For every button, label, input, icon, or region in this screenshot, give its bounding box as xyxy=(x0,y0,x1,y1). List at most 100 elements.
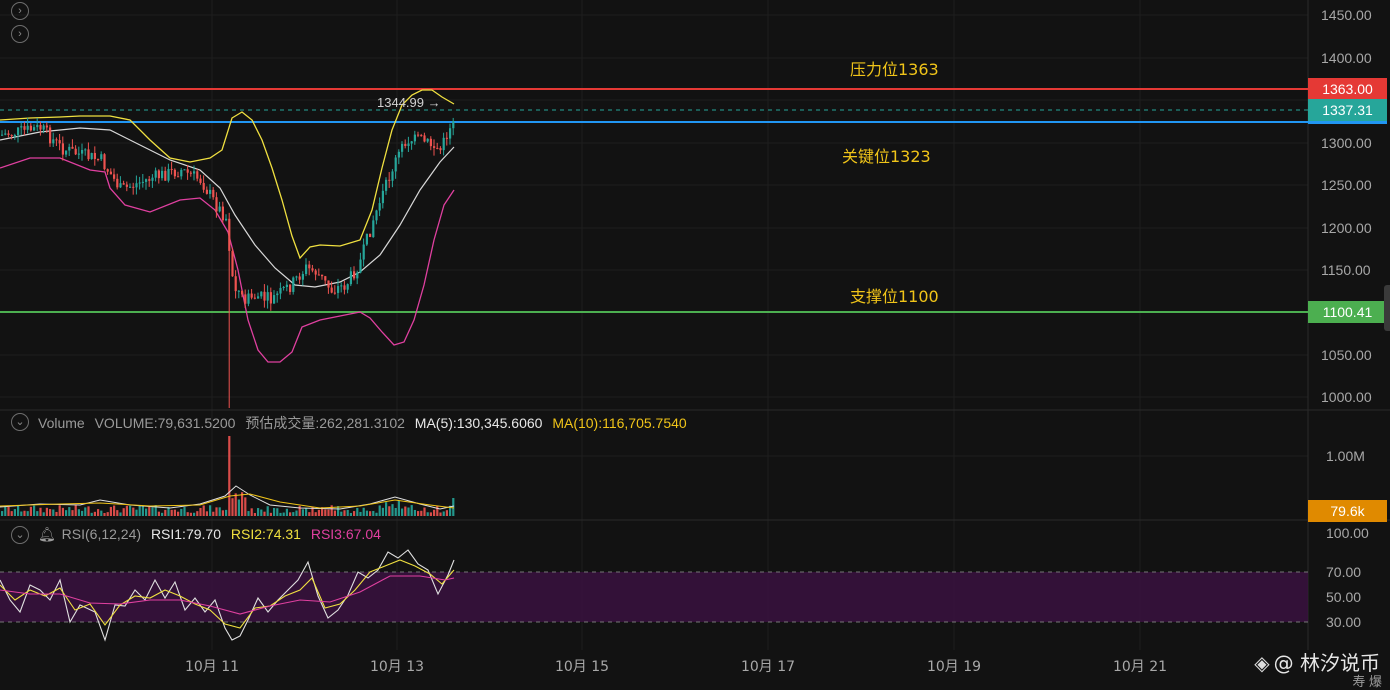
candle-body xyxy=(4,133,7,135)
volume-bar xyxy=(247,511,250,516)
volume-bar xyxy=(20,511,23,516)
candle-body xyxy=(148,179,151,181)
volume-bar xyxy=(314,512,317,516)
candle-body xyxy=(154,170,157,178)
volume-bar xyxy=(209,505,212,516)
candle-body xyxy=(29,125,32,131)
candle-body xyxy=(359,259,362,273)
volume-bar xyxy=(173,509,176,516)
price-tick-label: 1250.00 xyxy=(1321,177,1372,193)
chevron-right-icon[interactable]: › xyxy=(11,2,29,20)
volume-bar xyxy=(1,511,4,516)
volume-bar xyxy=(97,509,100,516)
candle-body xyxy=(42,125,45,130)
volume-bar xyxy=(257,508,260,516)
watermark-tail: 寿 爆 xyxy=(1352,674,1382,689)
bell-icon[interactable]: 🔔︎ xyxy=(38,526,56,542)
volume-legend-ma5: MA(5):130,345.6060 xyxy=(414,415,543,431)
candle-body xyxy=(167,168,170,181)
volume-value-tag: 79.6k xyxy=(1308,500,1387,522)
volume-bar xyxy=(241,492,244,516)
candle-body xyxy=(365,233,368,245)
volume-bar xyxy=(129,505,132,516)
candle-body xyxy=(295,276,298,278)
volume-bar xyxy=(4,505,7,516)
trading-chart[interactable] xyxy=(0,0,1390,684)
chevron-down-icon[interactable]: ⌄ xyxy=(11,413,29,431)
support-annotation: 支撑位1100 xyxy=(850,287,939,306)
volume-bar xyxy=(116,510,119,516)
candle-body xyxy=(17,127,20,135)
candle-body xyxy=(202,182,205,190)
volume-bar xyxy=(164,509,167,516)
candle-body xyxy=(180,169,183,177)
volume-bar xyxy=(106,512,109,516)
candle-body xyxy=(23,126,26,130)
volume-bar xyxy=(68,507,71,516)
volume-bar xyxy=(39,507,42,516)
rsi-tick-label: 30.00 xyxy=(1326,614,1362,630)
candle-body xyxy=(55,139,58,141)
candle-body xyxy=(346,284,349,290)
candle-body xyxy=(324,276,327,281)
candle-body xyxy=(183,169,186,171)
candle-body xyxy=(282,286,285,288)
volume-bar xyxy=(244,497,247,516)
volume-bar xyxy=(417,511,420,516)
candle-body xyxy=(349,271,352,285)
volume-bar xyxy=(103,512,106,516)
candle-body xyxy=(279,287,282,294)
candle-body xyxy=(173,169,176,177)
volume-bar xyxy=(436,505,439,516)
volume-bar xyxy=(90,512,93,516)
candle-body xyxy=(49,127,52,144)
candle-body xyxy=(71,146,74,149)
volume-bar xyxy=(183,507,186,516)
horizontal-gridlines xyxy=(0,14,1308,457)
volume-bar xyxy=(397,500,400,516)
volume-bar xyxy=(305,508,308,516)
rsi-band xyxy=(0,572,1308,622)
candle-body xyxy=(151,177,154,181)
candle-body xyxy=(397,151,400,158)
candle-body xyxy=(109,171,112,175)
chevron-right-icon[interactable]: › xyxy=(11,25,29,43)
candle-body xyxy=(234,276,237,292)
volume-bar xyxy=(292,512,295,516)
volume-bar xyxy=(58,505,61,516)
candle-body xyxy=(308,264,311,269)
candle-body xyxy=(26,125,29,130)
candle-body xyxy=(164,170,167,181)
price-tick-label: 1200.00 xyxy=(1321,220,1372,236)
volume-bar xyxy=(52,509,55,516)
volume-bar xyxy=(301,509,304,516)
candle-body xyxy=(391,171,394,181)
candle-body xyxy=(333,292,336,294)
date-tick-label: 10月 11 xyxy=(184,659,240,675)
support-price-tag: 1100.41 xyxy=(1308,301,1387,323)
candle-body xyxy=(394,157,397,172)
volume-bar xyxy=(410,505,413,516)
chevron-down-icon[interactable]: ⌄ xyxy=(11,526,29,544)
axis-drag-handle[interactable] xyxy=(1384,285,1390,331)
price-tick-label: 1300.00 xyxy=(1321,135,1372,151)
volume-bar xyxy=(279,512,282,516)
candle-body xyxy=(132,186,135,188)
candle-body xyxy=(250,293,253,298)
volume-bar xyxy=(93,511,96,516)
volume-bar xyxy=(404,506,407,516)
volume-bar xyxy=(439,512,442,516)
candle-body xyxy=(407,143,410,147)
candle-body xyxy=(237,290,240,292)
candle-body xyxy=(436,147,439,149)
volume-bar xyxy=(100,510,103,516)
candle-body xyxy=(285,284,288,287)
price-tick-label: 1050.00 xyxy=(1321,347,1372,363)
binance-logo-icon: ◈ xyxy=(1254,651,1270,675)
vertical-gridlines xyxy=(211,0,1141,650)
candle-body xyxy=(106,169,109,172)
candle-body xyxy=(189,172,192,174)
candle-body xyxy=(413,134,416,142)
volume-bar xyxy=(212,511,215,516)
volume-bar xyxy=(308,512,311,516)
